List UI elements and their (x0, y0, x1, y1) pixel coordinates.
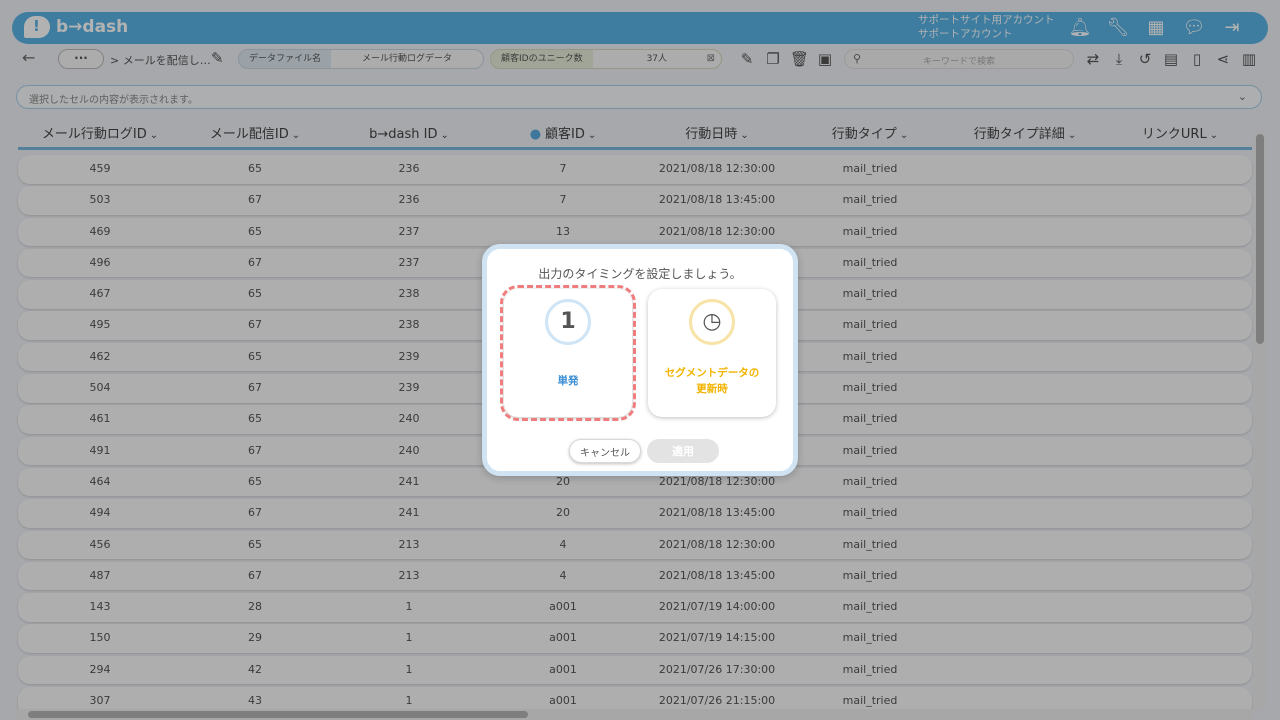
dialog-title: 出力のタイミングを設定しましょう。 (538, 267, 742, 281)
apply-button[interactable]: 適用 (647, 439, 719, 463)
output-timing-dialog: 出力のタイミングを設定しましょう。 1 単発 ◷ セグメントデータの 更新時 キ… (482, 244, 798, 476)
number-one-icon: 1 (545, 299, 591, 345)
option-single-label: 単発 (557, 375, 579, 387)
option-segment-update-label: セグメントデータの 更新時 (664, 367, 760, 395)
cancel-button[interactable]: キャンセル (569, 439, 641, 463)
clock-history-icon: ◷ (689, 299, 735, 345)
option-single-card[interactable]: 1 単発 (500, 285, 636, 421)
option-segment-update-card[interactable]: ◷ セグメントデータの 更新時 (648, 289, 776, 417)
